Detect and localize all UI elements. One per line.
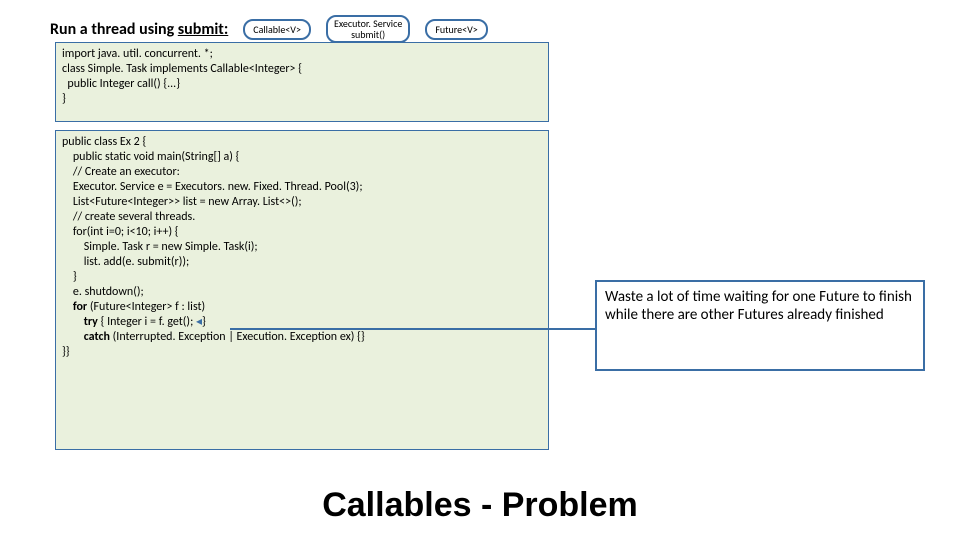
pill-future: Future<V> (425, 19, 487, 40)
code-block-ex2: public class Ex 2 { public static void m… (55, 130, 549, 450)
slide-heading-row: Run a thread using submit: Callable<V> E… (50, 15, 488, 43)
slide-title: Callables - Problem (0, 486, 960, 525)
code-line: List<Future<Integer>> list = new Array. … (62, 195, 542, 210)
callout-note: Waste a lot of time waiting for one Futu… (595, 280, 925, 371)
heading-underlined: submit: (178, 20, 228, 39)
code-line: list. add(e. submit(r)); (62, 255, 542, 270)
code-line: catch (Interrupted. Exception | Executio… (62, 330, 542, 345)
code-line: Simple. Task r = new Simple. Task(i); (62, 240, 542, 255)
code-line: }} (62, 345, 542, 360)
code-line: public class Ex 2 { (62, 135, 542, 150)
code-line: // create several threads. (62, 210, 542, 225)
code-line: for(int i=0; i<10; i++) { (62, 225, 542, 240)
code-line: public static void main(String[] a) { (62, 150, 542, 165)
code-line: } (62, 92, 542, 107)
heading-prefix: Run a thread using (50, 20, 178, 39)
slide-heading: Run a thread using submit: (50, 20, 228, 39)
code-block-simpletask: import java. util. concurrent. *; class … (55, 42, 549, 122)
pill-callable: Callable<V> (243, 19, 311, 40)
code-line: import java. util. concurrent. *; (62, 47, 542, 62)
code-line: class Simple. Task implements Callable<I… (62, 62, 542, 77)
code-line: Executor. Service e = Executors. new. Fi… (62, 180, 542, 195)
code-line: public Integer call() {...} (62, 77, 542, 92)
pill-executor-line2: submit() (351, 28, 385, 41)
code-line: e. shutdown(); (62, 285, 542, 300)
code-line: for (Future<Integer> f : list) (62, 300, 542, 315)
code-line: try { Integer i = f. get(); ◂} (62, 315, 542, 330)
pill-executor-service: Executor. Service submit() (326, 15, 410, 43)
code-line: // Create an executor: (62, 165, 542, 180)
code-line: } (62, 270, 542, 285)
